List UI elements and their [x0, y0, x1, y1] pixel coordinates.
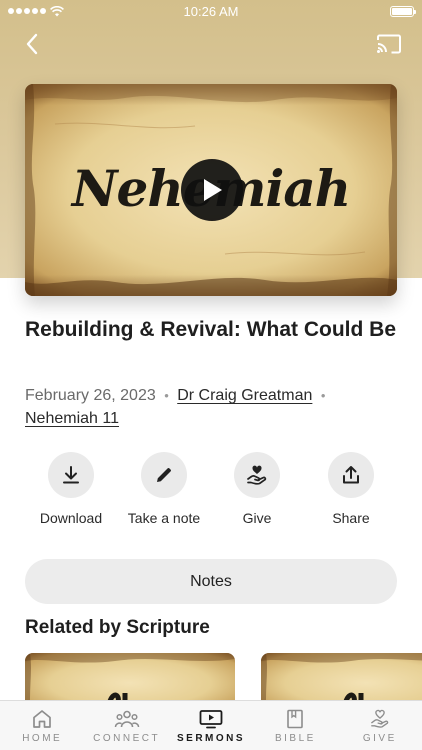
download-circle [48, 452, 94, 498]
play-icon [204, 179, 222, 201]
tab-sermons[interactable]: SERMONS [169, 701, 253, 750]
speaker-link[interactable]: Dr Craig Greatman [177, 387, 312, 404]
scripture-link[interactable]: Nehemiah 11 [25, 410, 119, 427]
give-heart-hand-icon [247, 465, 267, 485]
video-screen-icon [199, 710, 223, 729]
scroll-thumbnail [25, 653, 235, 703]
give-label: Give [242, 510, 272, 526]
sermon-meta: February 26, 2023 • Dr Craig Greatman • … [25, 384, 400, 430]
meta-separator: • [164, 388, 169, 403]
tab-home[interactable]: HOME [0, 701, 84, 750]
download-icon [63, 466, 79, 484]
cast-icon [377, 34, 401, 54]
take-note-label: Take a note [127, 510, 201, 526]
tab-bible-label: BIBLE [274, 733, 316, 744]
share-label: Share [332, 510, 370, 526]
tab-connect-label: CONNECT [93, 733, 161, 744]
tab-connect[interactable]: CONNECT [84, 701, 168, 750]
action-row: Download Take a note Give Share [0, 452, 422, 532]
sermon-date: February 26, 2023 [25, 387, 156, 404]
status-bar: 10:26 AM [0, 0, 422, 22]
related-sermons-carousel[interactable] [25, 653, 422, 703]
related-sermon-card[interactable] [25, 653, 235, 703]
play-button[interactable] [181, 159, 243, 221]
battery-icon [390, 5, 416, 17]
related-section-heading: Related by Scripture [25, 617, 210, 638]
give-button[interactable]: Give [207, 452, 307, 526]
tab-home-label: HOME [22, 733, 63, 744]
scroll-thumbnail [261, 653, 422, 703]
notes-button[interactable]: Notes [25, 559, 397, 604]
chevron-left-icon [26, 33, 38, 55]
related-sermon-card[interactable] [261, 653, 422, 703]
home-icon [33, 710, 52, 728]
share-button[interactable]: Share [301, 452, 401, 526]
download-label: Download [39, 510, 103, 526]
take-note-button[interactable]: Take a note [114, 452, 214, 526]
people-icon [114, 710, 139, 728]
tab-give[interactable]: GIVE [338, 701, 422, 750]
wifi-icon [50, 5, 64, 16]
sermon-video-player[interactable]: Nehemiah [25, 84, 397, 296]
signal-indicator [8, 5, 64, 17]
pencil-icon [157, 468, 171, 482]
give-heart-hand-icon [370, 709, 389, 728]
share-circle [328, 452, 374, 498]
tab-sermons-label: SERMONS [176, 733, 246, 744]
tab-bible[interactable]: BIBLE [253, 701, 337, 750]
book-icon [287, 709, 304, 729]
share-icon [343, 466, 359, 484]
download-button[interactable]: Download [21, 452, 121, 526]
cast-button[interactable] [374, 30, 404, 58]
tab-give-label: GIVE [362, 733, 397, 744]
signal-dots-icon [8, 8, 46, 14]
take-note-circle [141, 452, 187, 498]
sermon-title: Rebuilding & Revival: What Could Be [25, 318, 397, 341]
back-button[interactable] [18, 30, 46, 58]
give-circle [234, 452, 280, 498]
bottom-tab-bar: HOME CONNECT SERMONS BIBLE GIVE [0, 700, 422, 750]
meta-separator: • [320, 388, 326, 403]
